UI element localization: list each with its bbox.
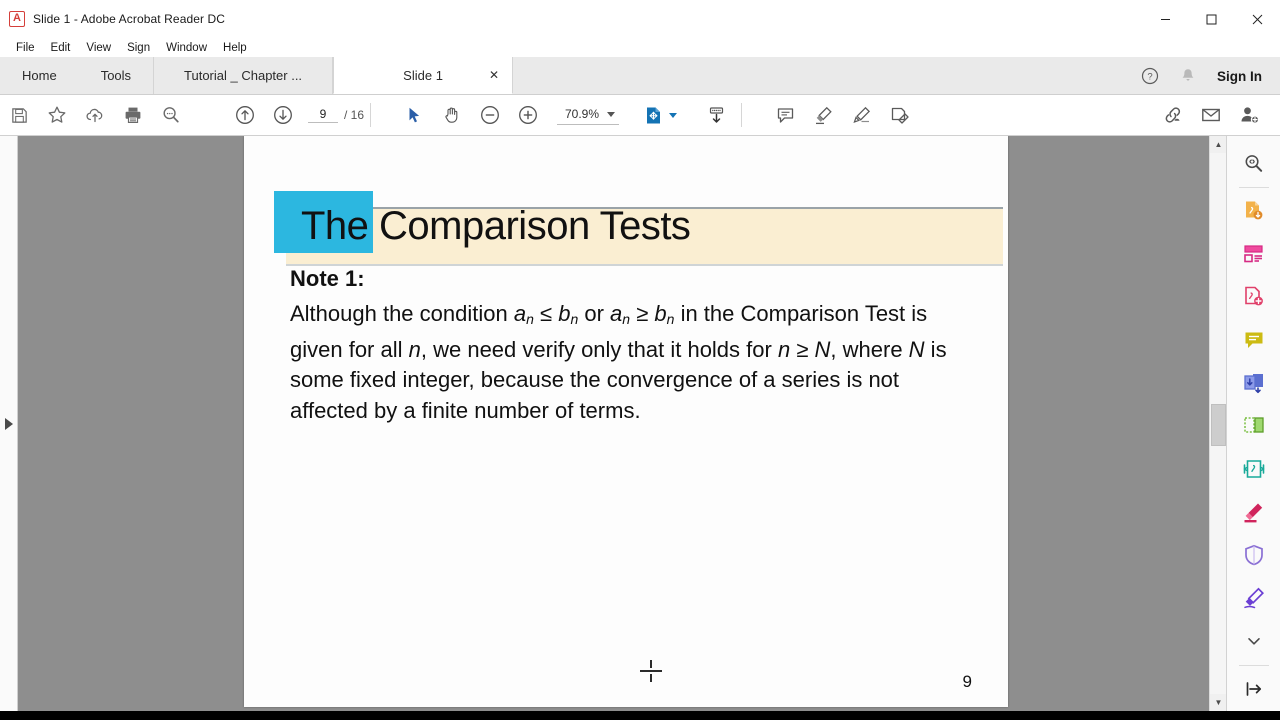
page-backdrop: The Comparison Tests Note 1: Although th…	[18, 136, 1194, 711]
save-icon[interactable]	[0, 95, 38, 136]
note-body-text: Although the condition an ≤ bn or an ≥ b…	[290, 301, 947, 423]
cursor-arrow-icon[interactable]	[395, 95, 433, 136]
window-controls	[1142, 0, 1280, 38]
menu-file[interactable]: File	[8, 41, 43, 55]
menu-edit[interactable]: Edit	[43, 41, 79, 55]
scroll-up-icon[interactable]: ▲	[1210, 136, 1227, 153]
star-icon[interactable]	[38, 95, 76, 136]
question-circle-icon[interactable]: ?	[1131, 57, 1169, 95]
combine-files-icon[interactable]	[1235, 362, 1273, 405]
chevron-down-icon[interactable]	[669, 112, 678, 118]
zoom-level-value: 70.9%	[564, 107, 600, 121]
menu-bar: File Edit View Sign Window Help	[0, 38, 1280, 57]
title-bar: A Slide 1 - Adobe Acrobat Reader DC	[0, 0, 1280, 38]
fit-page-icon[interactable]	[641, 95, 679, 136]
sign-in-button[interactable]: Sign In	[1207, 69, 1280, 84]
slide-page-number: 9	[962, 672, 972, 691]
fill-sign-icon[interactable]	[1235, 577, 1273, 620]
arrow-down-circle-icon[interactable]	[264, 95, 302, 136]
slide-title-block: The Comparison Tests	[265, 171, 1003, 266]
pdf-page: The Comparison Tests Note 1: Although th…	[244, 136, 1008, 707]
scroll-mode-icon[interactable]	[697, 95, 735, 136]
document-viewer: The Comparison Tests Note 1: Although th…	[0, 136, 1280, 711]
page-number-input[interactable]	[308, 107, 338, 123]
upload-cloud-icon[interactable]	[76, 95, 114, 136]
maximize-button[interactable]	[1188, 0, 1234, 38]
menu-help[interactable]: Help	[215, 41, 255, 55]
collapse-panel-icon[interactable]	[1235, 668, 1273, 711]
expand-left-panel-icon[interactable]	[5, 418, 13, 430]
bell-icon[interactable]	[1169, 57, 1207, 95]
toolbar-divider	[370, 103, 372, 127]
menu-view[interactable]: View	[78, 41, 119, 55]
tab-slide-1[interactable]: Slide 1 ✕	[333, 57, 514, 94]
window-bottom-edge	[0, 711, 1280, 720]
vertical-scrollbar[interactable]: ▲ ▼	[1209, 136, 1227, 711]
menu-sign[interactable]: Sign	[119, 41, 158, 55]
zoom-level-dropdown[interactable]: 70.9%	[557, 105, 620, 125]
adobe-acrobat-logo-icon: A	[9, 10, 25, 27]
svg-text:?: ?	[1147, 72, 1152, 83]
menu-window[interactable]: Window	[158, 41, 215, 55]
tabstrip-right-group: ? Sign In	[1131, 57, 1280, 95]
edit-pdf-icon[interactable]	[1235, 405, 1273, 448]
close-button[interactable]	[1234, 0, 1280, 38]
left-panel-rail[interactable]	[0, 136, 18, 711]
nav-tools[interactable]: Tools	[78, 57, 154, 94]
plus-circle-icon[interactable]	[509, 95, 547, 136]
print-icon[interactable]	[114, 95, 152, 136]
search-icon[interactable]	[152, 95, 190, 136]
share-link-icon[interactable]	[1154, 95, 1192, 136]
minus-circle-icon[interactable]	[471, 95, 509, 136]
tab-label: Tutorial _ Chapter ...	[184, 68, 303, 83]
comment-tool-icon[interactable]	[1235, 319, 1273, 362]
chevron-down-icon[interactable]	[607, 111, 616, 117]
tab-label: Slide 1	[403, 67, 443, 83]
page-total-label: / 16	[344, 108, 365, 122]
hand-icon[interactable]	[433, 95, 471, 136]
toolbar-divider	[741, 103, 743, 127]
tools-rail	[1226, 136, 1280, 711]
arrow-up-circle-icon[interactable]	[226, 95, 264, 136]
export-pdf-icon[interactable]	[1235, 190, 1273, 233]
compress-pdf-icon[interactable]	[1235, 448, 1273, 491]
main-toolbar: / 16 70.9%	[0, 95, 1280, 136]
organize-pages-icon[interactable]	[1235, 233, 1273, 276]
note-heading: Note 1:	[290, 266, 365, 291]
add-person-icon[interactable]	[1230, 95, 1268, 136]
slide-title: The Comparison Tests	[301, 204, 691, 248]
tab-tutorial-chapter[interactable]: Tutorial _ Chapter ...	[153, 57, 334, 94]
scroll-down-icon[interactable]: ▼	[1210, 694, 1227, 711]
scrollbar-thumb[interactable]	[1211, 404, 1226, 446]
minimize-button[interactable]	[1142, 0, 1188, 38]
protect-icon[interactable]	[1235, 534, 1273, 577]
fill-and-sign-icon[interactable]	[880, 95, 918, 136]
page-navigation: / 16	[308, 107, 364, 123]
redact-icon[interactable]	[1235, 491, 1273, 534]
window-title: Slide 1 - Adobe Acrobat Reader DC	[33, 11, 226, 26]
rail-divider	[1238, 664, 1269, 666]
tab-strip: Home Tools Tutorial _ Chapter ... Slide …	[0, 57, 1280, 95]
search-document-icon[interactable]	[1235, 142, 1273, 185]
email-icon[interactable]	[1192, 95, 1230, 136]
rail-divider	[1238, 187, 1269, 188]
pen-draw-icon[interactable]	[842, 95, 880, 136]
acrobat-reader-window: A Slide 1 - Adobe Acrobat Reader DC File…	[0, 0, 1280, 720]
comment-icon[interactable]	[766, 95, 804, 136]
nav-home[interactable]: Home	[0, 57, 79, 94]
close-icon[interactable]: ✕	[486, 67, 502, 83]
highlighter-icon[interactable]	[804, 95, 842, 136]
more-tools-chevron-icon[interactable]	[1235, 620, 1273, 663]
create-pdf-icon[interactable]	[1235, 276, 1273, 319]
